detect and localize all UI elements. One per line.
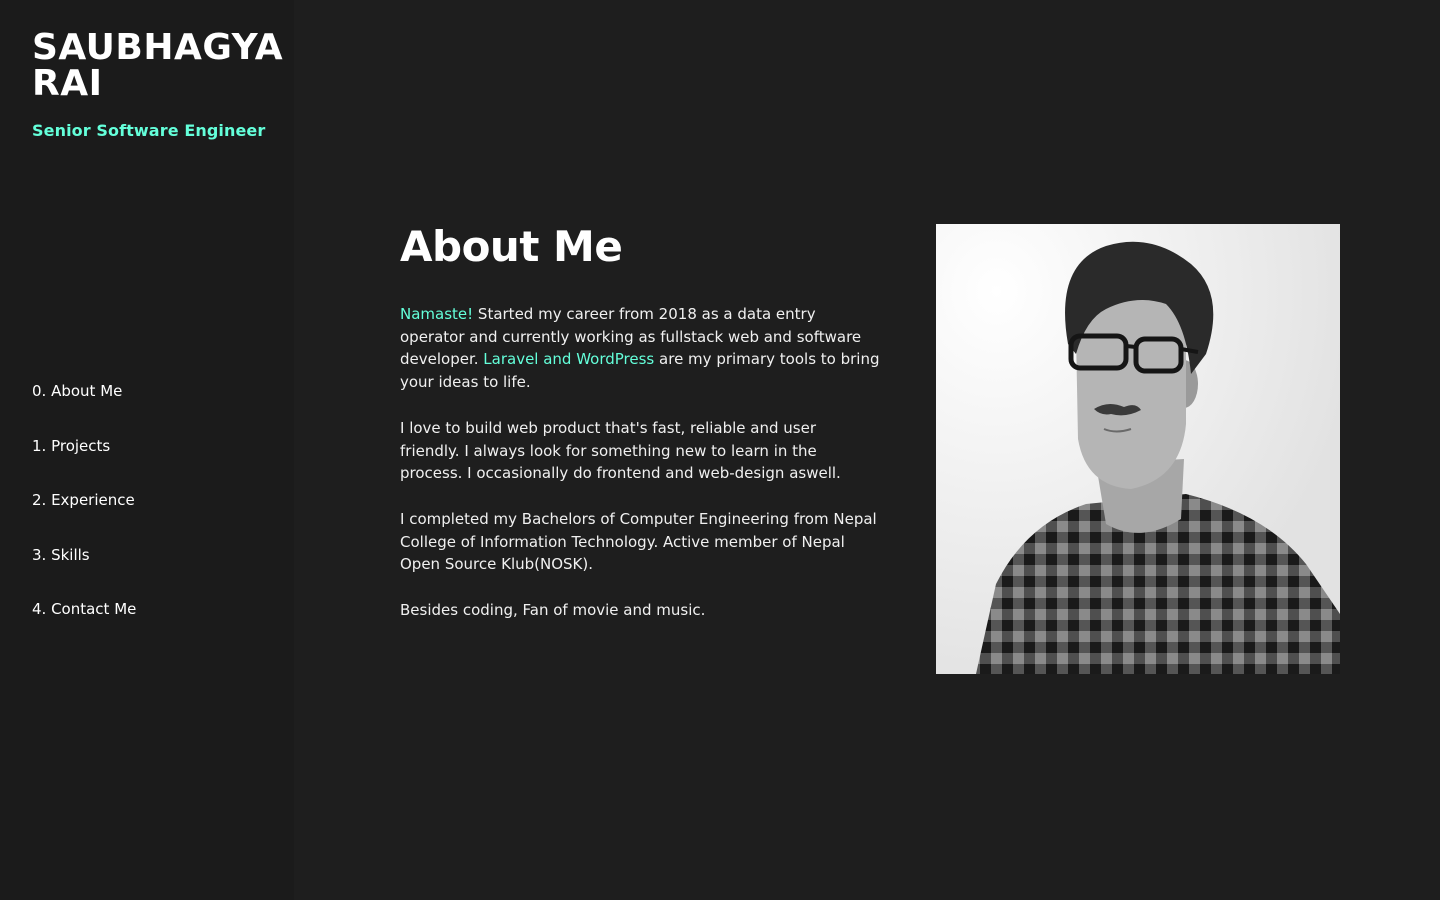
- nav-item-skills[interactable]: 3. Skills: [32, 544, 136, 599]
- portrait-illustration: [936, 224, 1340, 674]
- name-first: SAUBHAGYA: [32, 27, 284, 68]
- about-paragraph-intro: Namaste! Started my career from 2018 as …: [400, 303, 880, 394]
- sidebar: SAUBHAGYA RAI Senior Software Engineer 0…: [0, 0, 294, 900]
- main-content: About Me Namaste! Started my career from…: [294, 0, 1440, 900]
- nav-item-experience[interactable]: 2. Experience: [32, 489, 136, 544]
- main-nav: 0. About Me 1. Projects 2. Experience 3.…: [32, 380, 136, 653]
- nav-item-projects[interactable]: 1. Projects: [32, 435, 136, 490]
- about-paragraph-hobbies: Besides coding, Fan of movie and music.: [400, 601, 706, 620]
- job-title: Senior Software Engineer: [32, 121, 266, 140]
- nav-item-contact-me[interactable]: 4. Contact Me: [32, 598, 136, 653]
- nav-item-about-me[interactable]: 0. About Me: [32, 380, 136, 435]
- about-text: Namaste! Started my career from 2018 as …: [400, 303, 880, 645]
- greeting-highlight: Namaste!: [400, 305, 474, 323]
- about-paragraph-build: I love to build web product that's fast,…: [400, 418, 841, 483]
- tools-highlight: Laravel and WordPress: [483, 350, 655, 369]
- section-title: About Me: [400, 222, 623, 271]
- name-last: RAI: [32, 63, 103, 104]
- about-paragraph-education: I completed my Bachelors of Computer Eng…: [400, 509, 877, 574]
- site-title[interactable]: SAUBHAGYA RAI: [32, 27, 284, 104]
- profile-photo: [936, 224, 1340, 674]
